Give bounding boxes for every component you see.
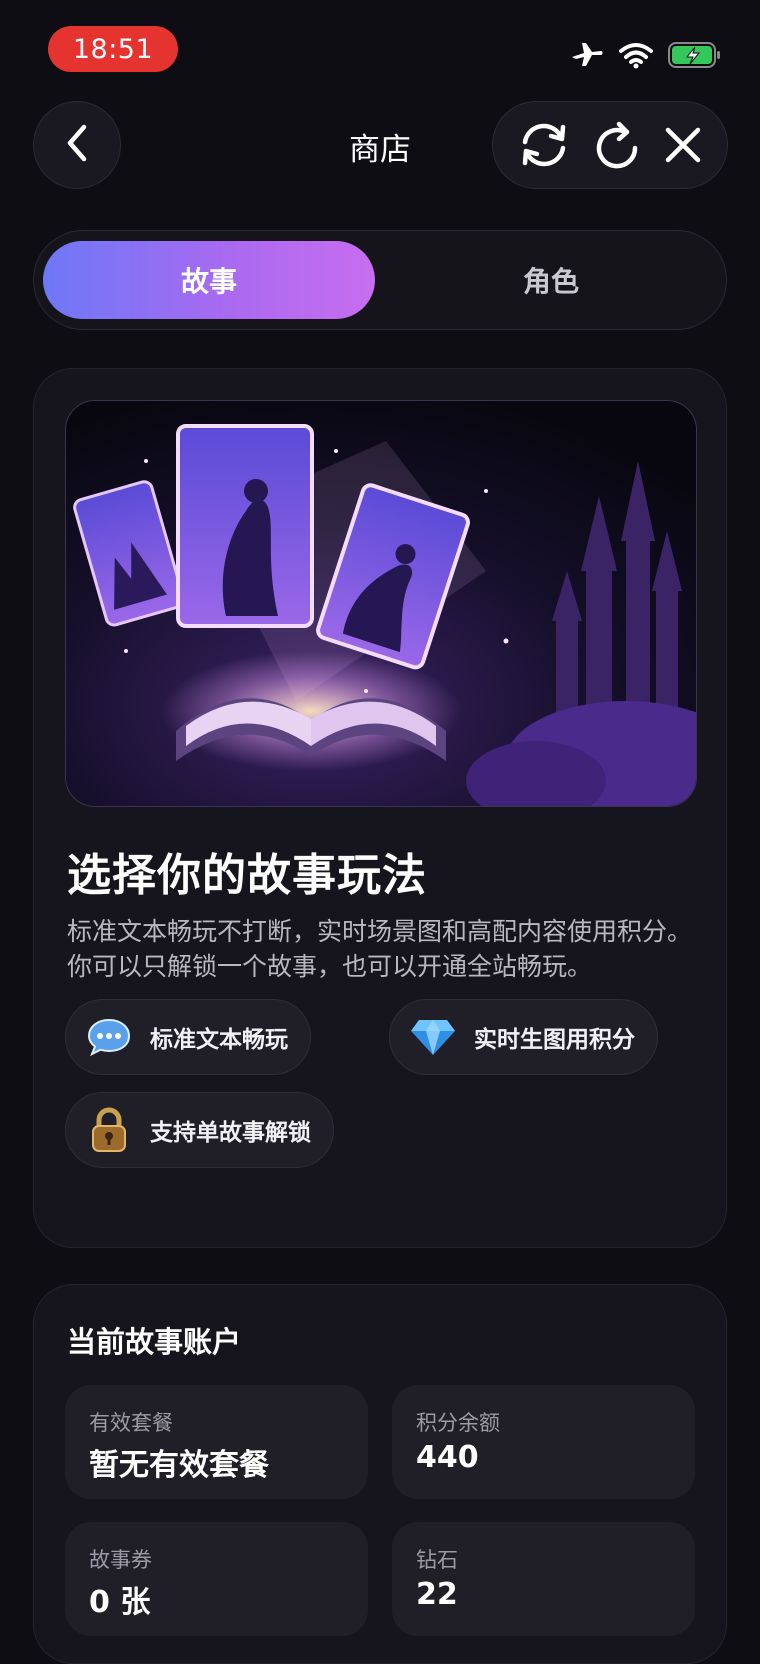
tab-bar: 故事 角色 — [33, 230, 727, 330]
speech-bubble-icon — [86, 1014, 132, 1060]
airplane-icon — [570, 40, 604, 74]
status-icons — [570, 40, 722, 74]
hero-title: 选择你的故事玩法 — [67, 850, 427, 901]
story-account-card: 当前故事账户 有效套餐 暂无有效套餐 积分余额 440 故事券 0 张 钻石 2… — [33, 1284, 727, 1664]
stat-label: 有效套餐 — [89, 1411, 173, 1435]
stat-label: 钻石 — [416, 1548, 458, 1572]
account-title: 当前故事账户 — [67, 1325, 242, 1359]
story-cards-illustration — [65, 400, 697, 807]
stat-active-plan: 有效套餐 暂无有效套餐 — [65, 1385, 368, 1499]
feature-chip-single-unlock: 支持单故事解锁 — [65, 1092, 334, 1168]
refresh-icon[interactable] — [595, 120, 639, 170]
stat-label: 故事券 — [89, 1548, 152, 1572]
stat-story-tickets: 故事券 0 张 — [65, 1522, 368, 1636]
diamond-icon — [410, 1014, 456, 1060]
lock-icon — [86, 1107, 132, 1153]
stat-value: 440 — [416, 1440, 479, 1475]
feature-chip-label: 标准文本畅玩 — [150, 1027, 288, 1053]
status-time: 18:51 — [48, 26, 178, 72]
tab-character[interactable]: 角色 — [385, 241, 717, 319]
feature-chip-text-play: 标准文本畅玩 — [65, 999, 311, 1075]
tab-story[interactable]: 故事 — [43, 241, 375, 319]
stat-points-balance: 积分余额 440 — [392, 1385, 695, 1499]
stat-value: 0 张 — [89, 1585, 151, 1620]
story-mode-card: 选择你的故事玩法 标准文本畅玩不打断，实时场景图和高配内容使用积分。你可以只解锁… — [33, 368, 727, 1248]
battery-charging-icon — [668, 41, 722, 73]
stat-label: 积分余额 — [416, 1411, 500, 1435]
close-icon[interactable] — [663, 125, 703, 165]
stat-value: 22 — [416, 1577, 458, 1612]
header-actions — [492, 101, 728, 189]
wifi-icon — [618, 41, 654, 73]
hero-description: 标准文本畅玩不打断，实时场景图和高配内容使用积分。你可以只解锁一个故事，也可以开… — [67, 917, 693, 981]
feature-chip-label: 实时生图用积分 — [474, 1027, 635, 1053]
sync-icon[interactable] — [517, 120, 571, 170]
feature-chip-label: 支持单故事解锁 — [150, 1120, 311, 1146]
stat-value: 暂无有效套餐 — [89, 1448, 269, 1483]
stat-diamonds: 钻石 22 — [392, 1522, 695, 1636]
feature-chip-image-points: 实时生图用积分 — [389, 999, 658, 1075]
